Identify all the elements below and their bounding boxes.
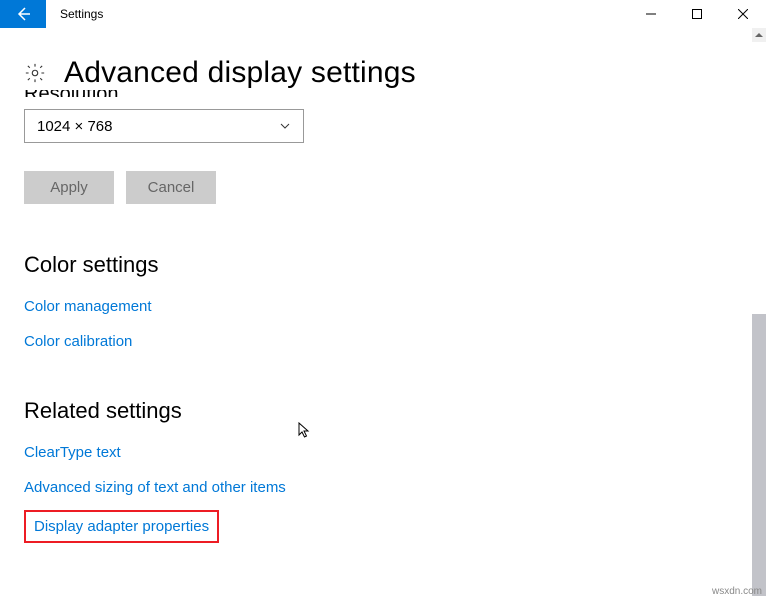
scrollbar-thumb[interactable] xyxy=(752,314,766,596)
color-settings-heading: Color settings xyxy=(24,252,742,278)
arrow-left-icon xyxy=(15,6,31,22)
title-bar: Settings xyxy=(0,0,766,28)
watermark: wsxdn.com xyxy=(712,586,762,597)
back-button[interactable] xyxy=(0,0,46,28)
maximize-icon xyxy=(692,9,702,19)
cancel-button[interactable]: Cancel xyxy=(126,171,216,204)
minimize-button[interactable] xyxy=(628,0,674,28)
window-title: Settings xyxy=(46,0,628,28)
color-calibration-link[interactable]: Color calibration xyxy=(24,333,132,350)
apply-button[interactable]: Apply xyxy=(24,171,114,204)
content-area: Resolution 1024 × 768 Apply Cancel Color… xyxy=(0,90,766,595)
maximize-button[interactable] xyxy=(674,0,720,28)
close-icon xyxy=(738,9,748,19)
chevron-down-icon xyxy=(279,120,291,132)
minimize-icon xyxy=(646,9,656,19)
window-controls xyxy=(628,0,766,28)
close-button[interactable] xyxy=(720,0,766,28)
display-adapter-link[interactable]: Display adapter properties xyxy=(34,518,209,535)
resolution-value: 1024 × 768 xyxy=(37,118,113,135)
cleartype-link[interactable]: ClearType text xyxy=(24,444,121,461)
scroll-up-button[interactable] xyxy=(752,28,766,42)
page-title: Advanced display settings xyxy=(64,56,416,90)
related-settings-heading: Related settings xyxy=(24,398,742,424)
resolution-dropdown[interactable]: 1024 × 768 xyxy=(24,109,304,143)
page-header: Advanced display settings xyxy=(0,28,766,90)
color-management-link[interactable]: Color management xyxy=(24,298,152,315)
chevron-up-icon xyxy=(755,31,763,39)
advanced-sizing-link[interactable]: Advanced sizing of text and other items xyxy=(24,479,286,496)
resolution-label: Resolution xyxy=(24,90,742,97)
highlight-box: Display adapter properties xyxy=(24,510,219,543)
button-row: Apply Cancel xyxy=(24,171,742,204)
gear-icon xyxy=(24,62,46,84)
scrollbar-track[interactable] xyxy=(752,314,766,596)
